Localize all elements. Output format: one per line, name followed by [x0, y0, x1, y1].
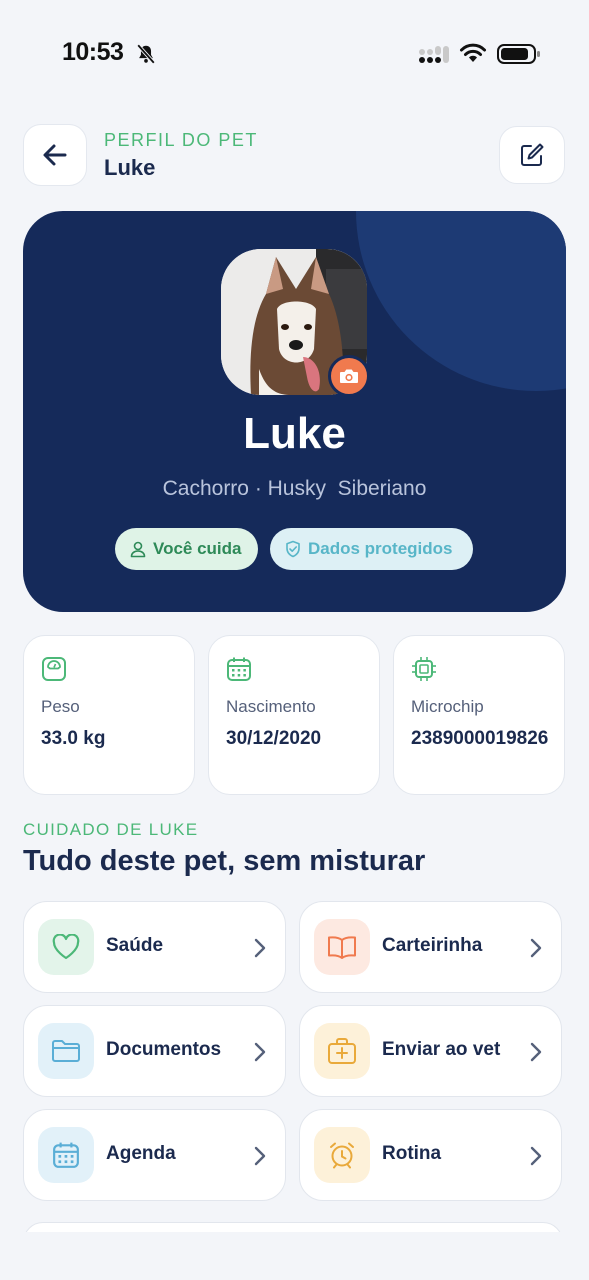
tile-icon-box	[38, 919, 94, 975]
status-time: 10:53	[62, 38, 124, 66]
info-value: 2389000019826	[411, 728, 549, 749]
info-label: Microchip	[411, 697, 484, 716]
chip-icon	[412, 657, 436, 681]
chevron-right-icon	[254, 1146, 266, 1166]
section-title: Tudo deste pet, sem misturar	[23, 845, 426, 877]
edit-button[interactable]	[499, 126, 565, 184]
tile-icon-box	[38, 1023, 94, 1079]
tile-icon-box	[314, 919, 370, 975]
folder-icon	[52, 1040, 80, 1062]
tile-icon-box	[38, 1127, 94, 1183]
tile-label: Rotina	[382, 1143, 442, 1164]
protected-data-chip: Dados protegidos	[270, 528, 473, 570]
caregiver-chip: Você cuida	[115, 528, 258, 570]
menu-tile-saude[interactable]: Saúde	[23, 901, 286, 993]
chevron-right-icon	[530, 1146, 542, 1166]
menu-tile-documentos[interactable]: Documentos	[23, 1005, 286, 1097]
user-icon	[130, 541, 146, 558]
camera-icon	[340, 369, 358, 383]
calendar-icon	[227, 657, 251, 681]
cellular-signal-icon	[419, 46, 449, 63]
change-photo-button[interactable]	[328, 355, 370, 397]
shield-check-icon	[286, 540, 300, 558]
book-icon	[328, 936, 356, 959]
birth-date-card: Nascimento 30/12/2020	[208, 635, 380, 795]
hero-decoration	[356, 211, 566, 391]
tile-label: Agenda	[106, 1143, 176, 1164]
info-value: 30/12/2020	[226, 728, 322, 749]
heart-icon	[52, 934, 80, 960]
pet-name: Luke	[243, 409, 346, 458]
info-value: 33.0 kg	[41, 728, 106, 749]
battery-icon	[497, 44, 540, 64]
scale-icon	[42, 657, 66, 681]
tile-icon-box	[314, 1127, 370, 1183]
arrow-left-icon	[43, 144, 67, 166]
protected-data-chip-label: Dados protegidos	[308, 539, 453, 558]
caregiver-chip-label: Você cuida	[153, 539, 242, 558]
calendar-icon	[53, 1142, 79, 1168]
wifi-icon	[460, 43, 486, 62]
header-eyebrow: PERFIL DO PET	[104, 130, 258, 150]
page-title: Luke	[104, 155, 156, 180]
microchip-card: Microchip 2389000019826	[393, 635, 565, 795]
info-label: Nascimento	[226, 697, 316, 716]
menu-tile-rotina[interactable]: Rotina	[299, 1109, 562, 1201]
chevron-right-icon	[530, 938, 542, 958]
pet-hero-card: Luke Cachorro · Husky Siberiano Você cui…	[23, 211, 566, 612]
tile-label: Enviar ao vet	[382, 1039, 501, 1060]
tile-label: Carteirinha	[382, 935, 483, 956]
chevron-right-icon	[254, 938, 266, 958]
section-eyebrow: CUIDADO DE LUKE	[23, 820, 199, 839]
chevron-right-icon	[254, 1042, 266, 1062]
alarm-clock-icon	[330, 1142, 354, 1169]
bottom-edge	[0, 1232, 589, 1280]
back-button[interactable]	[23, 124, 87, 186]
medical-kit-icon	[328, 1038, 356, 1064]
tile-label: Documentos	[106, 1039, 222, 1060]
menu-tile-enviar-ao-vet[interactable]: Enviar ao vet	[299, 1005, 562, 1097]
menu-tile-agenda[interactable]: Agenda	[23, 1109, 286, 1201]
status-bar: 10:53	[0, 0, 589, 100]
pet-description: Cachorro · Husky Siberiano	[162, 477, 427, 500]
tile-icon-box	[314, 1023, 370, 1079]
edit-icon	[521, 143, 544, 166]
tile-label: Saúde	[106, 935, 164, 956]
bell-off-icon	[136, 44, 156, 64]
chevron-right-icon	[530, 1042, 542, 1062]
menu-tile-carteirinha[interactable]: Carteirinha	[299, 901, 562, 993]
weight-card: Peso 33.0 kg	[23, 635, 195, 795]
info-label: Peso	[41, 697, 80, 716]
